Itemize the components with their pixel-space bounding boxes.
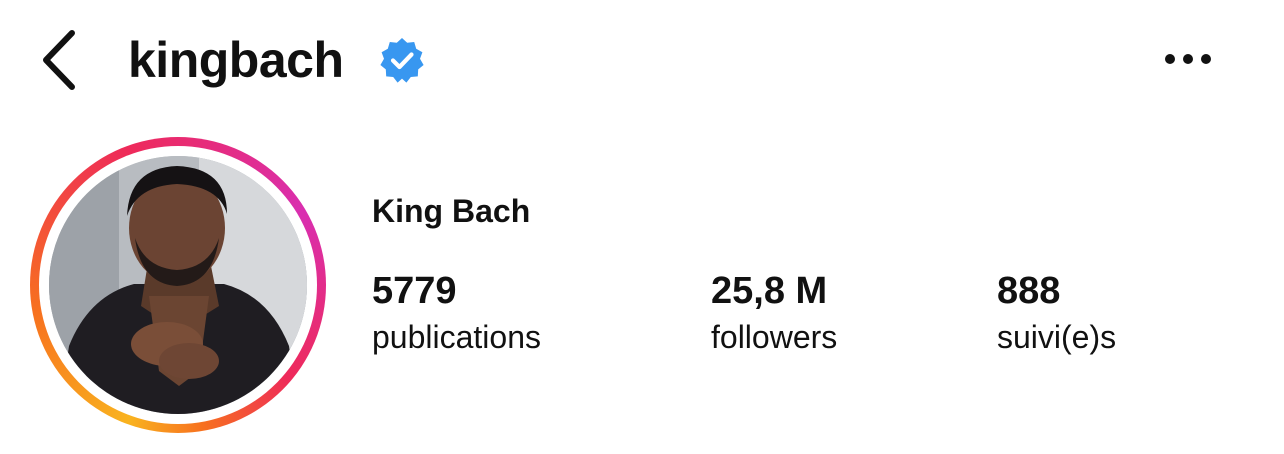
avatar[interactable]	[49, 156, 307, 414]
chevron-left-icon	[43, 30, 75, 90]
stat-posts[interactable]: 5779 publications	[372, 268, 541, 358]
profile-header: kingbach	[0, 0, 1284, 120]
stat-following-value: 888	[997, 270, 1061, 312]
stat-posts-label: publications	[372, 319, 541, 355]
more-options-button[interactable]	[1158, 36, 1218, 82]
stat-followers-label: followers	[711, 319, 838, 355]
verified-badge-icon	[380, 38, 424, 83]
profile-display-name: King Bach	[372, 193, 531, 229]
back-button[interactable]	[30, 22, 86, 98]
avatar-portrait-image	[49, 156, 307, 414]
story-ring[interactable]	[30, 137, 326, 433]
stat-following[interactable]: 888 suivi(e)s	[997, 268, 1116, 358]
stat-followers[interactable]: 25,8 M followers	[711, 268, 837, 358]
stat-posts-value: 5779	[372, 270, 457, 312]
stat-following-label: suivi(e)s	[997, 319, 1117, 355]
profile-username: kingbach	[128, 32, 344, 88]
more-horizontal-icon	[1165, 54, 1211, 64]
stat-followers-value: 25,8 M	[711, 270, 828, 312]
